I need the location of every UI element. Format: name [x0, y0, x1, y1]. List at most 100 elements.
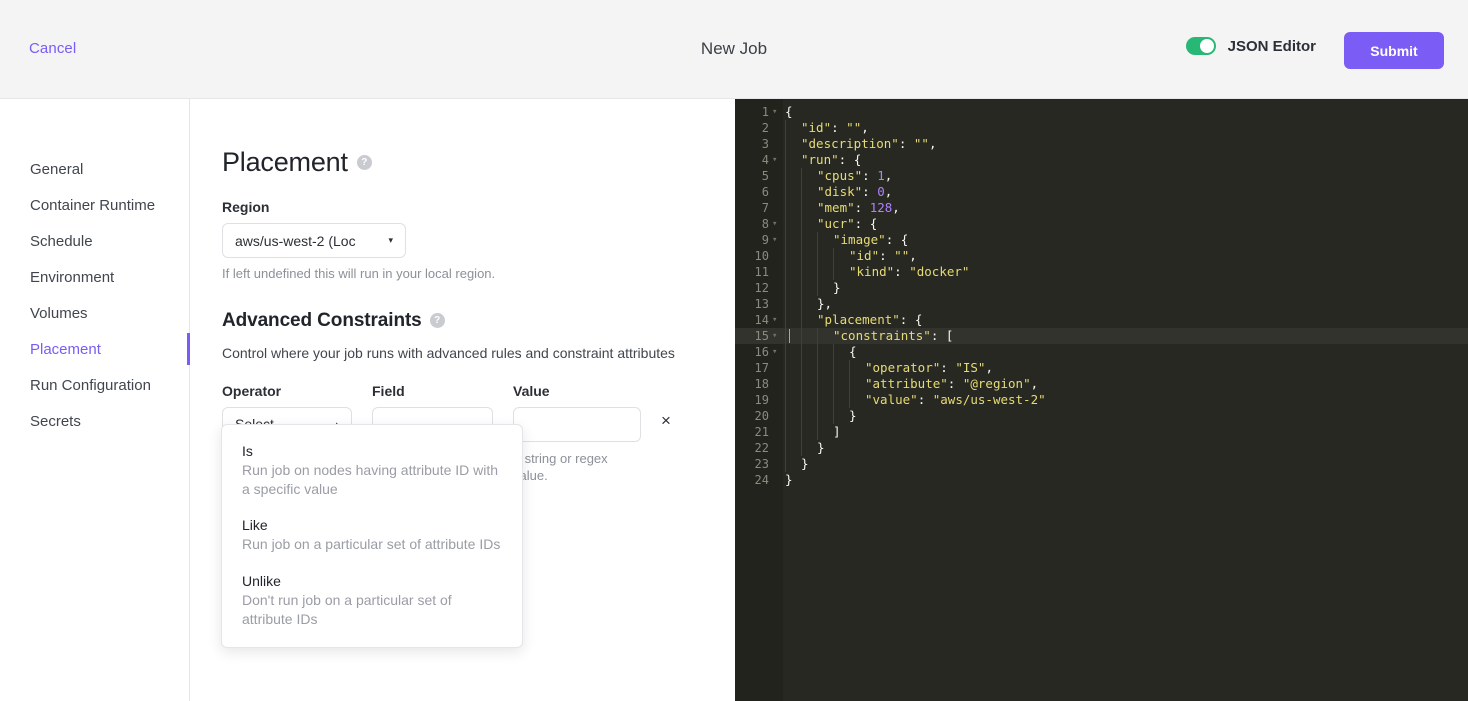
line-number: 12 — [754, 281, 769, 295]
dropdown-option-description: Don't run job on a particular set of att… — [242, 591, 452, 627]
code-text: } — [785, 456, 809, 472]
region-field-group: Region aws/us-west-2 (Loc ▾ If left unde… — [222, 199, 735, 283]
line-number: 19 — [754, 393, 769, 407]
field-label: Field — [372, 382, 405, 399]
line-number: 18 — [754, 377, 769, 391]
editor-line[interactable]: 19 "value": "aws/us-west-2" — [735, 392, 1468, 408]
line-number: 3 — [761, 137, 769, 151]
editor-line[interactable]: 18 "attribute": "@region", — [735, 376, 1468, 392]
editor-line[interactable]: 8 ▾ "ucr": { — [735, 216, 1468, 232]
editor-line[interactable]: 2 "id": "", — [735, 120, 1468, 136]
dropdown-option-unlike[interactable]: Unlike Don't run job on a particular set… — [222, 569, 522, 631]
sidebar-item-label: Container Runtime — [30, 196, 156, 214]
editor-line[interactable]: 1 ▾ { — [735, 104, 1468, 120]
editor-line[interactable]: 12} — [735, 280, 1468, 296]
dropdown-option-like[interactable]: Like Run job on a particular set of attr… — [222, 513, 522, 556]
editor-line[interactable]: 3 "description": "", — [735, 136, 1468, 152]
line-number: 13 — [754, 297, 769, 311]
code-text: "kind": "docker" — [785, 264, 969, 280]
code-text: "operator": "IS", — [785, 360, 993, 376]
line-number: 4 — [761, 153, 769, 167]
remove-constraint-button[interactable]: × — [661, 412, 671, 429]
sidebar-item-secrets[interactable]: Secrets — [0, 403, 189, 439]
placement-heading-text: Placement — [222, 147, 348, 177]
json-editor-toggle-group[interactable]: JSON Editor — [1185, 37, 1316, 55]
editor-code-area[interactable]: 1 ▾{2 "id": "", 3 "description": "", 4 ▾ "run":… — [735, 104, 1468, 488]
line-number: 7 — [761, 201, 769, 215]
editor-line[interactable]: 4 ▾ "run": { — [735, 152, 1468, 168]
editor-line[interactable]: 10 "id": "", — [735, 248, 1468, 264]
value-input[interactable] — [513, 406, 641, 442]
line-number: 2 — [761, 121, 769, 135]
editor-line[interactable]: 22} — [735, 440, 1468, 456]
app-header: Cancel New Job JSON Editor Submit — [0, 0, 1468, 99]
editor-line[interactable]: 15 ▾ "constraints": [ — [735, 328, 1468, 344]
editor-line[interactable]: 24} — [735, 472, 1468, 488]
line-number: 6 — [761, 185, 769, 199]
code-text: "placement": { — [785, 312, 922, 328]
editor-line[interactable]: 20} — [735, 408, 1468, 424]
editor-line[interactable]: 6 "disk": 0, — [735, 184, 1468, 200]
fold-arrow-icon[interactable]: ▾ — [772, 152, 780, 168]
region-select[interactable]: aws/us-west-2 (Loc ▾ — [222, 223, 406, 258]
code-text: { — [785, 344, 857, 360]
fold-arrow-icon[interactable]: ▾ — [772, 104, 780, 120]
fold-arrow-icon[interactable]: ▾ — [772, 216, 780, 232]
dropdown-option-title: Is — [242, 443, 253, 459]
editor-line[interactable]: 23} — [735, 456, 1468, 472]
editor-line[interactable]: 11 "kind": "docker" — [735, 264, 1468, 280]
sidebar-item-environment[interactable]: Environment — [0, 259, 189, 295]
dropdown-option-title: Like — [242, 517, 268, 534]
editor-line[interactable]: 5 "cpus": 1, — [735, 168, 1468, 184]
fold-arrow-icon[interactable]: ▾ — [772, 328, 780, 344]
code-text: "run": { — [785, 152, 861, 168]
line-number: 10 — [754, 249, 769, 263]
editor-line[interactable]: 21] — [735, 424, 1468, 440]
json-editor[interactable]: 1 ▾{2 "id": "", 3 "description": "", 4 ▾ "run":… — [735, 99, 1468, 701]
operator-dropdown-menu[interactable]: Is Run job on nodes having attribute ID … — [221, 424, 523, 648]
value-label: Value — [513, 382, 550, 399]
region-select-value: aws/us-west-2 (Loc — [235, 232, 356, 249]
help-icon[interactable]: ? — [356, 155, 372, 170]
fold-arrow-icon[interactable]: ▾ — [772, 312, 780, 328]
help-icon[interactable]: ? — [429, 313, 445, 329]
sidebar-item-schedule[interactable]: Schedule — [0, 223, 189, 259]
sidebar-item-run-configuration[interactable]: Run Configuration — [0, 367, 189, 403]
toggle-knob — [1199, 39, 1214, 53]
code-text: "id": "", — [785, 248, 917, 264]
sidebar-item-container-runtime[interactable]: Container Runtime — [0, 187, 189, 223]
sidebar-item-label: Secrets — [30, 412, 81, 430]
sidebar-item-general[interactable]: General — [0, 151, 189, 187]
code-text: "disk": 0, — [785, 184, 892, 200]
editor-line[interactable]: 13}, — [735, 296, 1468, 312]
json-editor-toggle[interactable] — [1185, 37, 1216, 55]
dropdown-option-is[interactable]: Is Run job on nodes having attribute ID … — [222, 439, 522, 501]
editor-line[interactable]: 9 ▾ "image": { — [735, 232, 1468, 248]
text-cursor — [789, 329, 790, 343]
region-hint: If left undefined this will run in your … — [222, 266, 496, 281]
json-editor-toggle-label: JSON Editor — [1227, 37, 1316, 55]
editor-line[interactable]: 16 ▾ { — [735, 344, 1468, 360]
editor-line[interactable]: 14 ▾ "placement": { — [735, 312, 1468, 328]
line-number: 14 — [754, 313, 769, 327]
advanced-constraints-description: Control where your job runs with advance… — [222, 344, 675, 361]
line-number: 9 — [761, 233, 769, 247]
line-number: 20 — [754, 409, 769, 423]
line-number: 1 — [761, 105, 769, 119]
code-text: "ucr": { — [785, 216, 877, 232]
sidebar-item-label: Volumes — [30, 304, 88, 322]
line-number: 17 — [754, 361, 769, 375]
editor-line[interactable]: 7 "mem": 128, — [735, 200, 1468, 216]
fold-arrow-icon[interactable]: ▾ — [772, 232, 780, 248]
code-text: { — [785, 104, 793, 119]
line-number: 5 — [761, 169, 769, 183]
sidebar-item-volumes[interactable]: Volumes — [0, 295, 189, 331]
code-text: "cpus": 1, — [785, 168, 892, 184]
line-number: 21 — [754, 425, 769, 439]
submit-button[interactable]: Submit — [1344, 32, 1444, 69]
line-number: 16 — [754, 345, 769, 359]
dropdown-option-description: Run job on nodes having attribute ID wit… — [242, 462, 499, 498]
editor-line[interactable]: 17 "operator": "IS", — [735, 360, 1468, 376]
sidebar-item-placement[interactable]: Placement — [0, 331, 190, 367]
fold-arrow-icon[interactable]: ▾ — [772, 344, 780, 360]
